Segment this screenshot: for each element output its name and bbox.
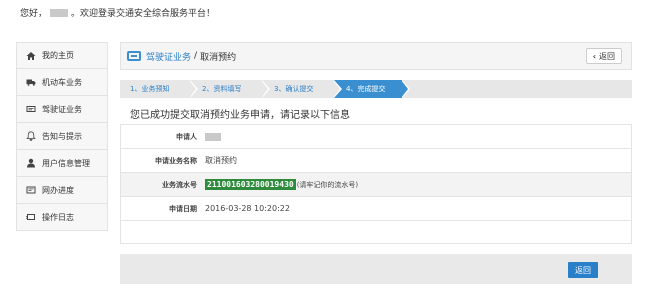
date-value: 2016-03-28 10:20:22 <box>205 204 290 213</box>
step-2: 2、资料填写 <box>190 80 270 98</box>
truck-icon <box>25 76 37 88</box>
sidebar-item-label: 操作日志 <box>42 212 74 222</box>
applicant-value <box>203 125 631 148</box>
step-label: 1、业务预知 <box>130 85 170 93</box>
sidebar-item-label: 告知与提示 <box>42 131 82 141</box>
business-label: 申请业务名称 <box>155 156 197 165</box>
masked-username <box>50 8 69 17</box>
sidebar-item-label: 驾驶证业务 <box>42 104 82 114</box>
progress-icon <box>25 184 37 196</box>
welcome-bar: 您好， 。欢迎登录交通安全综合服务平台！ <box>20 6 215 19</box>
masked-applicant-name <box>205 132 221 141</box>
step-1: 1、业务预知 <box>120 80 198 98</box>
chevron-left-icon: ‹ <box>592 51 596 61</box>
sidebar-item-label: 网办进度 <box>42 185 74 195</box>
sidebar-item-vehicle[interactable]: 机动车业务 <box>16 69 108 96</box>
table-row-empty <box>121 221 631 243</box>
serial-value-cell: 211001603280019430 (请牢记你的流水号) <box>203 173 631 196</box>
return-button[interactable]: 返回 <box>568 262 598 278</box>
table-row-date: 申请日期 2016-03-28 10:20:22 <box>121 197 631 221</box>
step-3: 3、确认提交 <box>262 80 342 98</box>
serial-note: (请牢记你的流水号) <box>296 180 359 189</box>
bottom-action-bar: 返回 <box>120 254 632 284</box>
license-card-icon <box>127 51 141 61</box>
step-label: 4、完成提交 <box>346 85 386 93</box>
log-icon <box>25 211 37 223</box>
table-row-applicant: 申请人 <box>121 125 631 149</box>
welcome-text: 。欢迎登录交通安全综合服务平台！ <box>71 9 216 19</box>
applicant-label: 申请人 <box>176 132 197 141</box>
sidebar: 我的主页 机动车业务 驾驶证业务 告知与提示 用户信息管理 网办进度 操作日志 <box>16 42 108 231</box>
breadcrumb-section-link[interactable]: 驾驶证业务 <box>146 50 191 63</box>
back-button[interactable]: ‹ 返回 <box>585 48 622 64</box>
bell-icon <box>25 130 37 142</box>
home-icon <box>25 50 37 62</box>
step-label: 2、资料填写 <box>202 85 242 93</box>
sidebar-item-notice[interactable]: 告知与提示 <box>16 123 108 150</box>
table-row-serial: 业务流水号 211001603280019430 (请牢记你的流水号) <box>121 173 631 197</box>
sidebar-item-log[interactable]: 操作日志 <box>16 204 108 231</box>
business-value: 取消预约 <box>205 156 237 165</box>
breadcrumb: 驾驶证业务 / 取消预约 ‹ 返回 <box>120 42 632 70</box>
step-arrow-inner <box>401 80 408 98</box>
success-message: 您已成功提交取消预约业务申请，请记录以下信息 <box>130 110 350 121</box>
step-4-active: 4、完成提交 <box>334 80 410 98</box>
table-row-business: 申请业务名称 取消预约 <box>121 149 631 173</box>
step-progress-bar: 1、业务预知 2、资料填写 3、确认提交 4、完成提交 <box>120 80 632 98</box>
sidebar-item-user-info[interactable]: 用户信息管理 <box>16 150 108 177</box>
main-panel: 驾驶证业务 / 取消预约 ‹ 返回 1、业务预知 2、资料填写 3、确认提交 4… <box>120 42 632 244</box>
step-arrow-inner <box>333 80 340 98</box>
info-table: 申请人 申请业务名称 取消预约 业务流水号 211001603280019430… <box>120 124 632 244</box>
serial-label: 业务流水号 <box>162 180 197 189</box>
step-arrow-inner <box>189 80 196 98</box>
card-icon <box>25 103 37 115</box>
sidebar-item-label: 我的主页 <box>42 51 74 60</box>
back-button-label: 返回 <box>599 51 615 61</box>
sidebar-item-label: 机动车业务 <box>42 77 82 87</box>
greeting-text: 您好， <box>20 9 48 19</box>
user-icon <box>25 157 37 169</box>
step-label: 3、确认提交 <box>274 85 314 93</box>
sidebar-item-home[interactable]: 我的主页 <box>16 42 108 69</box>
date-label: 申请日期 <box>169 204 197 213</box>
step-arrow-inner <box>261 80 268 98</box>
sidebar-item-progress[interactable]: 网办进度 <box>16 177 108 204</box>
sidebar-item-label: 用户信息管理 <box>42 158 90 168</box>
breadcrumb-current: 取消预约 <box>200 52 237 63</box>
sidebar-item-license[interactable]: 驾驶证业务 <box>16 96 108 123</box>
serial-number: 211001603280019430 <box>205 179 296 190</box>
breadcrumb-separator: / <box>194 51 198 61</box>
